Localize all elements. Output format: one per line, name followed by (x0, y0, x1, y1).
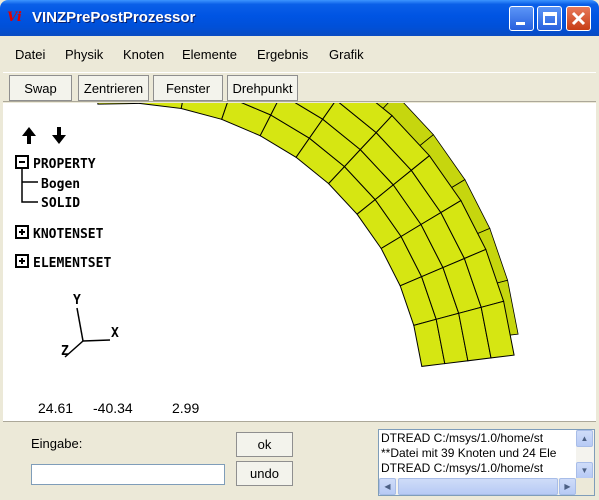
menu-ergebnis[interactable]: Ergebnis (257, 47, 308, 62)
maximize-icon (543, 12, 557, 25)
arch-mesh (97, 103, 519, 367)
ok-button[interactable]: ok (236, 432, 293, 457)
command-panel: Eingabe: ok undo DTREAD C:/msys/1.0/home… (3, 421, 596, 497)
tree-item-solid[interactable]: SOLID (41, 196, 80, 211)
axis-x-label: X (111, 326, 119, 341)
log-lines: DTREAD C:/msys/1.0/home/st **Datei mit 3… (381, 431, 574, 481)
menu-grafik[interactable]: Grafik (329, 47, 364, 62)
vertical-scrollbar[interactable]: ▲ ▼ (576, 430, 594, 479)
mesh-element (97, 103, 141, 105)
log-line: DTREAD C:/msys/1.0/home/st (381, 431, 544, 445)
app-icon: Vi (7, 10, 22, 25)
undo-button[interactable]: undo (236, 461, 293, 486)
graphics-viewport[interactable]: PROPERTY Bogen SOLID KNOTENSET ELEMENTSE… (3, 103, 596, 421)
tree-item-bogen[interactable]: Bogen (41, 177, 80, 192)
arrow-up-icon[interactable] (22, 127, 36, 144)
zentrieren-button[interactable]: Zentrieren (78, 75, 149, 101)
axis-y-label: Y (73, 293, 81, 308)
scroll-left-icon[interactable]: ◀ (379, 478, 396, 495)
tree-property-node[interactable]: PROPERTY (15, 155, 96, 172)
menu-bar: Datei Physik Knoten Elemente Ergebnis Gr… (3, 38, 596, 70)
scroll-up-icon[interactable]: ▲ (576, 430, 593, 447)
tree-knotenset-label: KNOTENSET (33, 227, 104, 242)
model-canvas[interactable]: PROPERTY Bogen SOLID KNOTENSET ELEMENTSE… (3, 103, 596, 421)
tree-knotenset-node[interactable]: KNOTENSET (15, 225, 104, 242)
scroll-down-icon[interactable]: ▼ (576, 462, 593, 479)
minimize-button[interactable] (509, 6, 534, 31)
toolbar: Swap Zentrieren Fenster Drehpunkt (3, 72, 596, 102)
tree-elementset-node[interactable]: ELEMENTSET (15, 254, 111, 271)
command-input[interactable] (31, 464, 225, 485)
menu-knoten[interactable]: Knoten (123, 47, 164, 62)
log-line: **Datei mit 39 Knoten und 24 Ele (381, 446, 557, 460)
scrollbar-corner (576, 478, 594, 495)
mesh-element (139, 103, 183, 110)
drehpunkt-button[interactable]: Drehpunkt (227, 75, 298, 101)
window-title: VINZPrePostProzessor (32, 9, 196, 26)
horizontal-scrollbar[interactable]: ◀ ▶ (379, 478, 576, 495)
axis-triad: Y X Z (61, 293, 119, 359)
swap-button[interactable]: Swap (9, 75, 72, 101)
mesh-element (180, 103, 228, 120)
log-output[interactable]: DTREAD C:/msys/1.0/home/st **Datei mit 3… (378, 429, 595, 496)
maximize-button[interactable] (537, 6, 562, 31)
scroll-right-icon[interactable]: ▶ (559, 478, 576, 495)
scroll-thumb[interactable] (398, 478, 558, 495)
axis-z-label: Z (61, 344, 69, 359)
menu-datei[interactable]: Datei (15, 47, 45, 62)
minimize-icon (516, 22, 525, 25)
tree-connector (21, 168, 38, 203)
coord-z: 2.99 (172, 400, 200, 416)
coord-x: 24.61 (38, 400, 74, 416)
close-button[interactable] (566, 6, 591, 31)
coord-y: -40.34 (93, 400, 133, 416)
input-label: Eingabe: (31, 436, 83, 451)
log-line: DTREAD C:/msys/1.0/home/st (381, 461, 544, 475)
fenster-button[interactable]: Fenster (153, 75, 223, 101)
title-bar[interactable]: Vi VINZPrePostProzessor (0, 0, 599, 36)
menu-elemente[interactable]: Elemente (182, 47, 237, 62)
tree-property-label: PROPERTY (33, 157, 96, 172)
tree-elementset-label: ELEMENTSET (33, 256, 111, 271)
arrow-down-icon[interactable] (52, 127, 66, 144)
close-icon (571, 11, 586, 26)
menu-physik[interactable]: Physik (65, 47, 103, 62)
main-window: Vi VINZPrePostProzessor Datei Physik Kno… (0, 0, 599, 500)
